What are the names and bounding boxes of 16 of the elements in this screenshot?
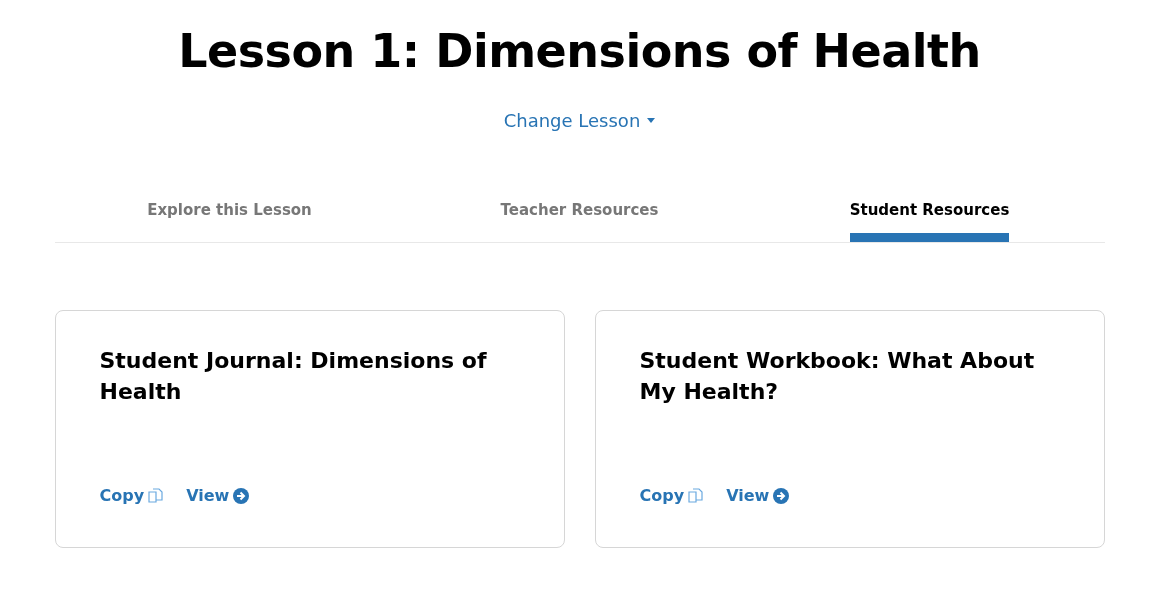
copy-icon [148, 487, 165, 504]
tab[interactable]: Student Resources [849, 193, 1010, 242]
view-link[interactable]: View [186, 486, 250, 505]
tab[interactable]: Explore this Lesson [147, 193, 312, 242]
arrow-circle-icon [233, 487, 250, 504]
card-title: Student Journal: Dimensions of Health [99, 347, 488, 406]
arrow-circle-icon [773, 487, 790, 504]
copy-link[interactable]: Copy [639, 486, 705, 505]
caret-icon [647, 118, 656, 123]
copy-icon [688, 487, 705, 504]
view-link[interactable]: View [726, 486, 790, 505]
change-lesson-dropdown[interactable]: Change Lesson [501, 108, 658, 133]
page-title: Lesson 1: Dimensions of Health [177, 24, 982, 78]
tab[interactable]: Teacher Resources [500, 193, 659, 242]
copy-link[interactable]: Copy [99, 486, 165, 505]
card-title: Student Workbook: What About My Health? [639, 347, 1036, 406]
